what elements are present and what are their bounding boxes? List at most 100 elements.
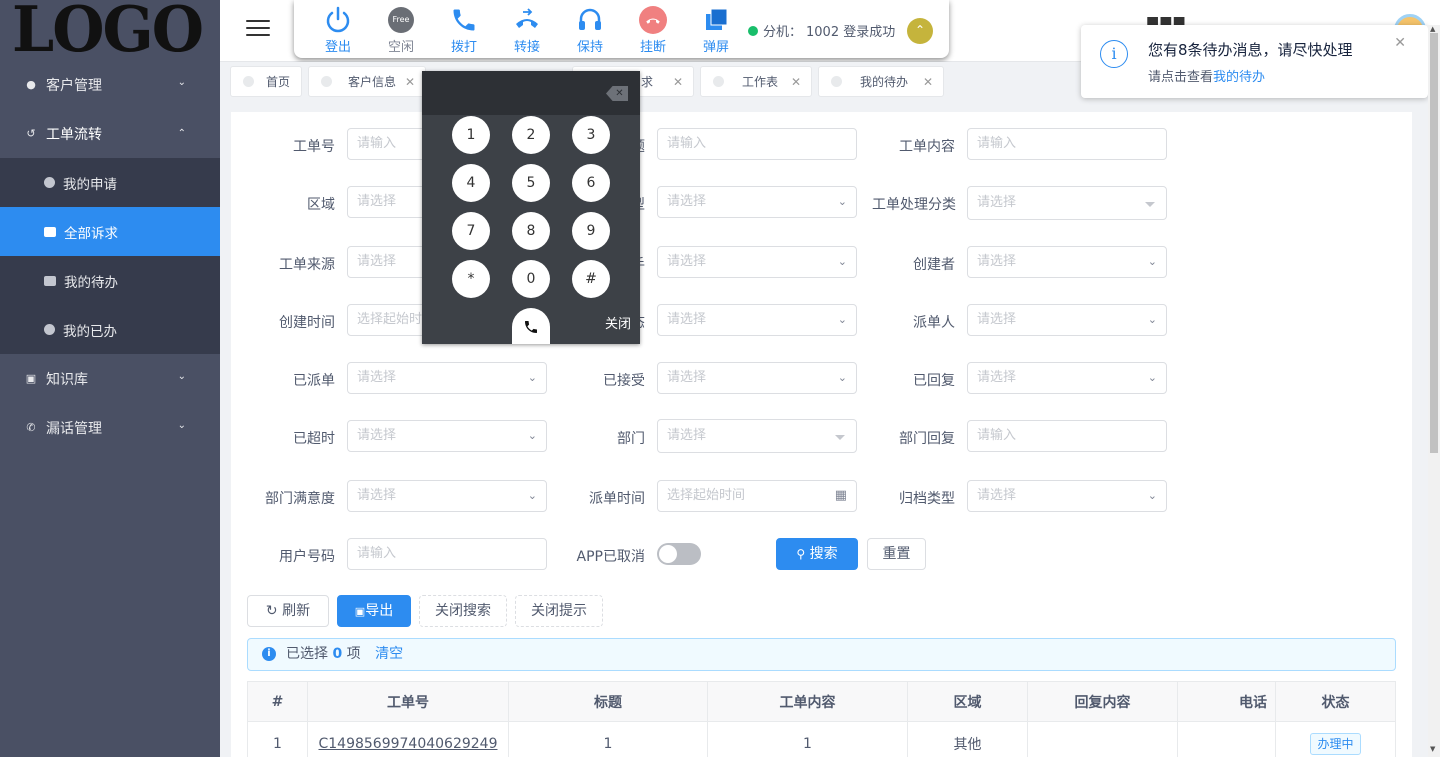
sidebar-item-my-apply[interactable]: 我的申请 [0,158,220,207]
dial-key-hash[interactable]: # [572,260,610,298]
close-icon[interactable]: ✕ [673,75,683,89]
creator-label: 创建者 [913,257,955,273]
sidebar-item-workorder[interactable]: ↺ 工单流转 ⌃ [0,109,220,158]
dial-key-2[interactable]: 2 [512,116,550,154]
table-row[interactable]: 1 C1498569974040629249 1 1 其他 办理中 [247,721,1396,757]
dialpad-close-button[interactable]: 关闭 [605,313,631,332]
transfer-button[interactable]: 转接 [502,4,552,55]
dial-key-5[interactable]: 5 [512,164,550,202]
chevron-down-icon: ⌄ [1147,255,1157,268]
close-icon[interactable]: ✕ [1394,35,1406,51]
scroll-thumb[interactable] [1430,33,1438,453]
dial-key-3[interactable]: 3 [572,116,610,154]
dial-button[interactable]: 拨打 [439,4,489,55]
popup-button[interactable]: 弹屏 [691,4,741,55]
sidebar-item-knowledge[interactable]: ▣ 知识库 ⌄ [0,354,220,403]
dial-key-8[interactable]: 8 [512,212,550,250]
dept-reply-input[interactable]: 请输入 [967,420,1167,452]
notification-todo-link[interactable]: 我的待办 [1213,70,1265,85]
reset-button[interactable]: 重置 [867,538,926,570]
hold-button[interactable]: 保持 [565,4,615,55]
content-input[interactable]: 请输入 [967,128,1167,160]
col-title[interactable]: 标题 [508,681,708,722]
col-area[interactable]: 区域 [907,681,1028,722]
dispatched-select-placeholder: 请选择 [357,370,397,385]
notification: i 您有8条待办消息，请尽快处理 请点击查看我的待办 ✕ [1081,25,1428,98]
sidebar-item-all-requests[interactable]: 全部诉求 [0,207,220,256]
idle-button[interactable]: Free 空闲 [376,4,426,55]
replied-select[interactable]: 请选择 ⌄ [967,362,1167,394]
sidebar-item-my-done[interactable]: 我的已办 [0,305,220,354]
logout-button[interactable]: 登出 [313,4,363,55]
dial-call-button[interactable] [512,308,550,344]
dispatch-time-picker[interactable]: 选择起始时间 ▦ [657,480,857,512]
search-button[interactable]: ⚲ 搜索 [776,538,858,570]
dial-key-6[interactable]: 6 [572,164,610,202]
category-select-placeholder: 请选择 [977,195,1017,210]
scroll-down-icon[interactable]: ▼ [1430,745,1435,753]
cell-area: 其他 [907,721,1028,757]
close-icon[interactable]: ✕ [923,75,933,89]
col-phone[interactable]: 电话 [1177,681,1276,722]
workflow-icon: ↺ [26,126,36,140]
hangup-button[interactable]: 挂断 [628,4,678,55]
timeout-select[interactable]: 请选择 ⌄ [347,420,547,452]
sidebar-item-label: 工单流转 [46,126,102,143]
dial-key-star[interactable]: * [452,260,490,298]
tab-worksheet[interactable]: 工作表 ✕ [700,66,812,97]
col-status[interactable]: 状态 [1275,681,1396,722]
close-tip-button[interactable]: 关闭提示 [515,595,603,627]
sidebar-item-customer[interactable]: ● 客户管理 ⌄ [0,60,220,109]
col-reply[interactable]: 回复内容 [1027,681,1178,722]
sidebar-item-label: 客户管理 [46,77,102,94]
sidebar-item-missed-calls[interactable]: ✆ 漏话管理 ⌄ [0,403,220,452]
creator-select-placeholder: 请选择 [977,254,1017,269]
clear-selection-link[interactable]: 清空 [375,646,403,662]
alert-prefix: 已选择 [286,646,328,662]
dispatch-time-placeholder: 选择起始时间 [667,488,746,503]
creator-select[interactable]: 请选择 ⌄ [967,246,1167,278]
extension-label: 分机： [763,25,803,40]
timeout-select-placeholder: 请选择 [357,428,397,443]
status-select[interactable]: 请选择 ⌄ [657,246,857,278]
refresh-button[interactable]: ↻ 刷新 [247,595,329,627]
dept-select[interactable]: 请选择 [657,419,857,453]
title-input[interactable]: 请输入 [657,128,857,160]
dial-key-4[interactable]: 4 [452,164,490,202]
backspace-icon[interactable]: ✕ [606,86,628,101]
col-index: # [247,681,308,722]
dispatcher-select[interactable]: 请选择 ⌄ [967,304,1167,336]
dispatched-select[interactable]: 请选择 ⌄ [347,362,547,394]
user-phone-input[interactable]: 请输入 [347,538,547,570]
sidebar-item-my-todo[interactable]: 我的待办 [0,256,220,305]
dept-satisfaction-select[interactable]: 请选择 ⌄ [347,480,547,512]
col-order-no[interactable]: 工单号 [307,681,509,722]
export-button[interactable]: ▣导出 [337,595,411,627]
menu-toggle-icon[interactable] [246,20,270,38]
collapse-toggle-icon[interactable]: ⌃ [907,18,933,44]
tab-my-todo[interactable]: 我的待办 ✕ [818,66,944,97]
col-content[interactable]: 工单内容 [707,681,908,722]
archive-type-select[interactable]: 请选择 ⌄ [967,480,1167,512]
sidebar-item-label: 全部诉求 [64,225,118,242]
close-icon[interactable]: ✕ [405,75,415,89]
state-select[interactable]: 请选择 ⌄ [657,304,857,336]
category-select[interactable]: 请选择 [967,186,1167,220]
type-select[interactable]: 请选择 ⌄ [657,186,857,218]
app-cancelled-switch[interactable] [657,543,701,565]
tab-home[interactable]: 首页 [230,66,302,97]
alert-suffix: 项 [346,646,361,662]
dial-key-1[interactable]: 1 [452,116,490,154]
scroll-up-icon[interactable]: ▲ [1430,25,1435,33]
order-no-link[interactable]: C1498569974040629249 [318,736,497,752]
dial-key-0[interactable]: 0 [512,260,550,298]
close-search-button[interactable]: 关闭搜索 [419,595,507,627]
close-icon[interactable]: ✕ [791,75,801,89]
accepted-select[interactable]: 请选择 ⌄ [657,362,857,394]
page-scrollbar[interactable]: ▲ ▼ [1428,25,1440,757]
notification-desc: 请点击查看我的待办 [1148,66,1265,85]
dial-key-9[interactable]: 9 [572,212,610,250]
cell-phone [1177,721,1276,757]
dial-key-7[interactable]: 7 [452,212,490,250]
tab-customer-info[interactable]: 客户信息 ✕ [308,66,426,97]
